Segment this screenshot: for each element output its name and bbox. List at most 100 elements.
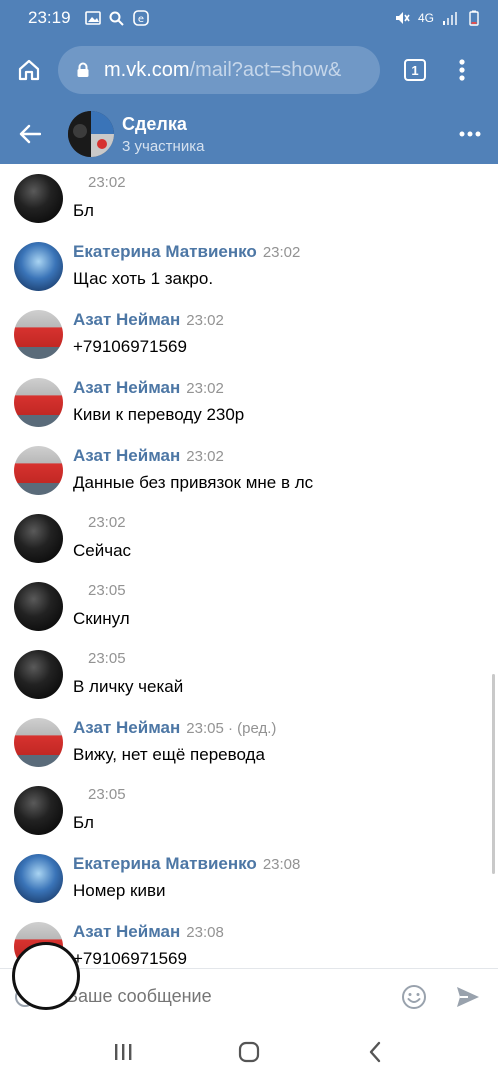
message-meta: 23:05 — [88, 650, 126, 668]
message-meta: Екатерина Матвиенко 23:08 — [73, 854, 300, 874]
signal-icon — [442, 10, 458, 26]
home-nav-button[interactable] — [219, 1024, 279, 1080]
chat-avatar[interactable] — [68, 111, 114, 157]
message-text: Вижу, нет ещё перевода — [73, 745, 265, 764]
avatar[interactable] — [14, 582, 63, 631]
lock-icon — [76, 62, 90, 78]
message-item[interactable]: Екатерина Матвиенко 23:08 Номер киви — [0, 844, 498, 912]
message-time: 23:05 — [88, 650, 126, 667]
message-time: 23:02 — [186, 312, 224, 329]
emoji-button[interactable] — [396, 979, 432, 1015]
network-type: 4G — [417, 11, 434, 25]
message-item[interactable]: Азат Нейман 23:02 Данные без привязок мне… — [0, 436, 498, 504]
arrow-back-icon — [19, 124, 41, 144]
message-time: 23:02 — [262, 244, 301, 261]
avatar[interactable] — [14, 854, 63, 903]
message-text: +79106971569 — [73, 337, 187, 356]
tab-count: 1 — [404, 59, 426, 81]
message-meta: Азат Нейман 23:05 · (ред.) — [73, 718, 276, 738]
chat-header: Сделка 3 участника — [0, 104, 498, 164]
avatar[interactable] — [14, 378, 63, 427]
chevron-left-icon — [369, 1041, 381, 1063]
send-button[interactable] — [450, 979, 486, 1015]
message-text: Щас хоть 1 закро. — [73, 269, 214, 288]
message-author[interactable]: Азат Нейман — [73, 310, 180, 329]
message-item[interactable]: Азат Нейман 23:02 +79106971569 — [0, 300, 498, 368]
avatar[interactable] — [14, 174, 63, 223]
home-button[interactable] — [0, 36, 58, 104]
avatar[interactable] — [14, 514, 63, 563]
avatar[interactable] — [14, 242, 63, 291]
search-icon — [109, 10, 125, 26]
message-text: Сейчас — [73, 541, 132, 560]
emoji-icon — [402, 984, 426, 1009]
browser-toolbar: m.vk.com/mail?act=show& 1 — [0, 36, 498, 104]
message-meta: 23:02 — [88, 174, 126, 192]
message-author[interactable]: Азат Нейман — [73, 446, 180, 465]
message-time: 23:05 — [88, 786, 126, 803]
message-author[interactable]: Азат Нейман — [73, 718, 180, 737]
message-meta: 23:05 — [88, 582, 126, 600]
scrollbar[interactable] — [492, 674, 495, 874]
status-bar: 23:19 e 4G — [0, 0, 498, 36]
message-text: В личку чекай — [73, 677, 184, 696]
floating-circle-button[interactable] — [12, 942, 80, 1010]
message-text: Данные без привязок мне в лс — [73, 473, 314, 492]
message-time: 23:02 — [88, 174, 126, 191]
chat-title[interactable]: Сделка — [122, 114, 204, 135]
message-meta: Азат Нейман 23:02 — [73, 310, 224, 330]
avatar[interactable] — [14, 650, 63, 699]
recent-apps-button[interactable] — [93, 1024, 153, 1080]
message-text: Киви к переводу 230р — [73, 405, 245, 424]
browser-notification-icon: e — [132, 10, 149, 26]
recent-apps-icon — [115, 1044, 132, 1060]
back-button[interactable] — [0, 104, 60, 164]
chat-menu-button[interactable] — [442, 104, 498, 164]
mute-icon — [394, 10, 410, 26]
message-time: 23:08 — [262, 856, 301, 873]
avatar[interactable] — [14, 446, 63, 495]
message-text: +79106971569 — [73, 949, 187, 968]
message-list[interactable]: 23:02 Бл Екатерина Матвиенко 23:02 Щас хо… — [0, 164, 498, 968]
gallery-icon — [84, 10, 101, 26]
browser-menu-button[interactable] — [442, 36, 482, 104]
more-vertical-icon — [459, 59, 465, 81]
message-time: 23:02 — [186, 380, 224, 397]
system-navigation-bar — [0, 1024, 498, 1080]
message-item[interactable]: 23:02 Сейчас — [0, 504, 498, 572]
avatar[interactable] — [14, 310, 63, 359]
message-item[interactable]: 23:02 Бл — [0, 164, 498, 232]
back-nav-button[interactable] — [345, 1024, 405, 1080]
message-input[interactable] — [50, 986, 396, 1007]
message-item[interactable]: 23:05 В личку чекай — [0, 640, 498, 708]
message-item[interactable]: Екатерина Матвиенко 23:02 Щас хоть 1 закр… — [0, 232, 498, 300]
avatar[interactable] — [14, 718, 63, 767]
message-text: Скинул — [73, 609, 130, 628]
message-item[interactable]: Азат Нейман 23:05 · (ред.) Вижу, нет ещё … — [0, 708, 498, 776]
address-bar[interactable]: m.vk.com/mail?act=show& — [58, 46, 380, 94]
message-meta: 23:05 — [88, 786, 126, 804]
chat-member-count: 3 участника — [122, 137, 205, 155]
message-item[interactable]: 23:05 Бл — [0, 776, 498, 844]
avatar[interactable] — [14, 786, 63, 835]
message-text: Бл — [73, 201, 94, 220]
message-author[interactable]: Екатерина Матвиенко — [73, 242, 257, 261]
message-time: 23:02 — [88, 514, 126, 531]
url-host: m.vk.com — [104, 58, 190, 81]
message-time: 23:02 — [186, 448, 224, 465]
url-path: /mail?act=show& — [189, 58, 342, 81]
message-time: 23:05 — [88, 582, 126, 599]
status-time: 23:19 — [28, 8, 71, 27]
message-text: Номер киви — [73, 881, 166, 900]
message-author[interactable]: Екатерина Матвиенко — [73, 854, 257, 873]
svg-text:e: e — [137, 14, 143, 25]
message-item[interactable]: Азат Нейман 23:02 Киви к переводу 230р — [0, 368, 498, 436]
message-author[interactable]: Азат Нейман — [73, 378, 180, 397]
send-icon — [457, 986, 479, 1007]
home-icon — [18, 59, 40, 81]
more-horizontal-icon — [459, 131, 481, 137]
message-author[interactable]: Азат Нейман — [73, 922, 180, 941]
message-item[interactable]: 23:05 Скинул — [0, 572, 498, 640]
tabs-button[interactable]: 1 — [388, 36, 442, 104]
message-time: 23:08 — [186, 924, 224, 941]
